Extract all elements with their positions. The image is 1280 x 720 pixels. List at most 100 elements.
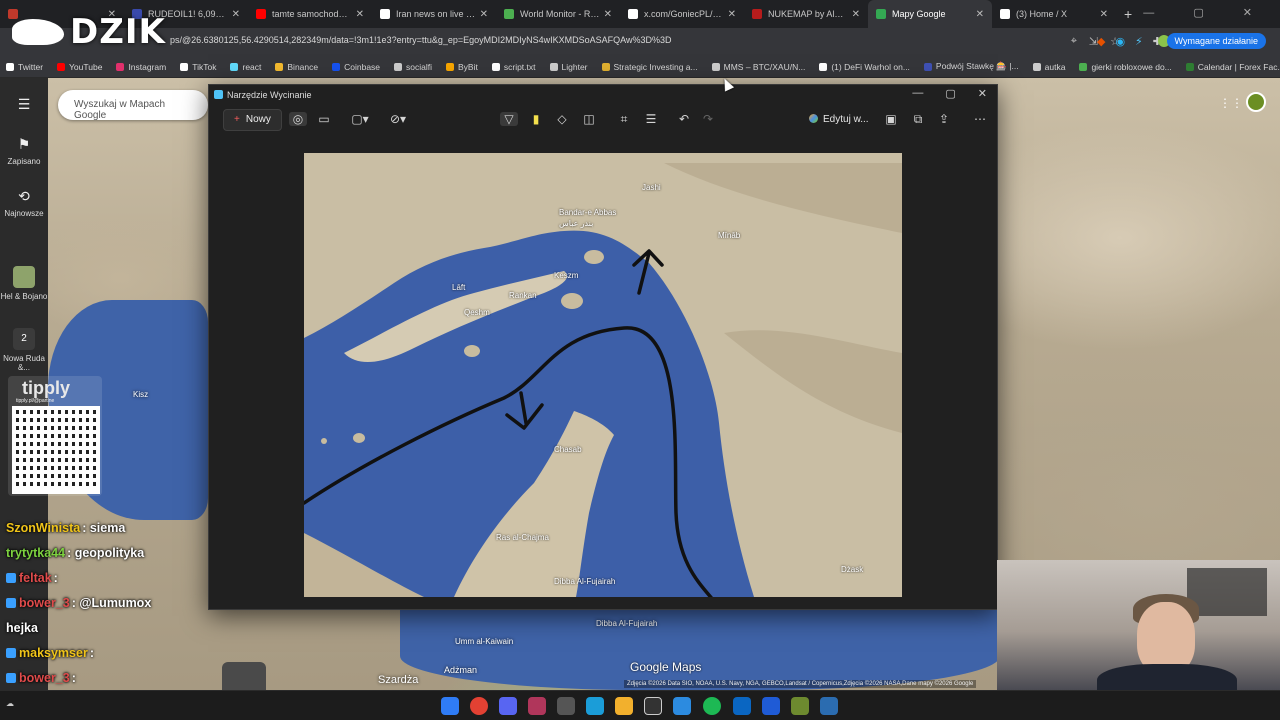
start-icon[interactable] <box>441 697 459 715</box>
bookmark-item[interactable]: YouTube <box>57 62 102 72</box>
tab-close-icon[interactable]: ✕ <box>604 9 612 20</box>
crop-icon[interactable]: ⌗ <box>615 112 633 127</box>
highlighter-icon[interactable]: ▮ <box>527 112 545 126</box>
bookmark-item[interactable]: Strategic Investing a... <box>601 62 698 72</box>
folder-icon[interactable] <box>615 697 633 715</box>
bookmark-item[interactable]: Instagram <box>116 62 166 72</box>
steam-icon[interactable] <box>586 697 604 715</box>
action-required-button[interactable]: Wymagane działanie <box>1166 33 1266 49</box>
url-field[interactable]: ps/@26.6380125,56.4290514,282349m/data=!… <box>170 35 672 45</box>
tab-title: World Monitor - Real <box>520 9 600 19</box>
camera-icon[interactable]: ◎ <box>289 112 307 126</box>
extension-icon-2[interactable]: ◉ <box>1115 35 1125 48</box>
text-actions-icon[interactable]: ☰ <box>642 112 660 126</box>
snip-taskbar-icon[interactable] <box>528 697 546 715</box>
bookmark-item[interactable]: autka <box>1032 62 1065 72</box>
bookmark-item[interactable]: gierki robloxowe do... <box>1079 62 1172 72</box>
bookmark-item[interactable]: MMS – BTC/XAU/N... <box>711 62 805 72</box>
window-controls[interactable]: — ▢ ✕ <box>1143 6 1270 19</box>
menu-icon[interactable]: ☰ <box>0 96 48 117</box>
app-icon-3[interactable] <box>733 697 751 715</box>
sidebar-item-hel[interactable]: Hel & Bojano <box>0 266 48 301</box>
chat-nick[interactable]: trytytka44 <box>6 546 65 560</box>
chrome-icon[interactable] <box>470 697 488 715</box>
bookmark-item[interactable]: react <box>230 62 261 72</box>
sidebar-item-saved[interactable]: ⚑ Zapisano <box>0 136 48 166</box>
obs-icon[interactable] <box>557 697 575 715</box>
bookmark-favicon-icon <box>549 62 558 71</box>
tab-close-icon[interactable]: ✕ <box>976 9 984 20</box>
tab-close-icon[interactable]: ✕ <box>480 9 488 20</box>
tab-title: x.com/GoniecPL/stat <box>644 9 724 19</box>
bookmark-item[interactable]: Calendar | Forex Fac... <box>1185 62 1280 72</box>
new-tab-button[interactable]: + <box>1124 6 1132 22</box>
bookmark-favicon-icon <box>446 62 455 71</box>
app-icon-4[interactable] <box>762 697 780 715</box>
user-avatar[interactable] <box>1246 92 1266 112</box>
app-icon-1[interactable] <box>644 697 662 715</box>
weather-widget[interactable]: ☁ <box>6 699 14 708</box>
tab-close-icon[interactable]: ✕ <box>1100 9 1108 20</box>
browser-tab[interactable]: (3) Home / X ✕ <box>992 0 1116 28</box>
maps-search-input[interactable]: Wyszukaj w Mapach Google <box>58 90 208 121</box>
eraser-icon[interactable]: ◇ <box>553 112 571 126</box>
bookmark-item[interactable]: Twitter <box>6 62 43 72</box>
chat-nick[interactable]: SzonWinista <box>6 521 80 535</box>
bookmark-item[interactable]: script.txt <box>491 62 536 72</box>
timer-icon[interactable]: ⊘▾ <box>389 112 407 126</box>
browser-tab[interactable]: NUKEMAP by Alex W ✕ <box>744 0 868 28</box>
bookmark-item[interactable]: Podwój Stawkę 🎰 |... <box>923 61 1019 72</box>
bookmark-item[interactable]: socialfi <box>394 62 432 72</box>
tab-close-icon[interactable]: ✕ <box>852 9 860 20</box>
maximize-button[interactable]: ▢ <box>945 87 955 100</box>
bookmark-item[interactable]: (1) DeFi Warhol on... <box>819 62 910 72</box>
bookmark-item[interactable]: ByBit <box>446 62 478 72</box>
shapes-icon[interactable]: ◫ <box>580 112 598 126</box>
bookmark-item[interactable]: Lighter <box>549 62 588 72</box>
new-snip-button[interactable]: + Nowy <box>223 109 282 131</box>
chat-nick[interactable]: bower_3 <box>19 596 70 610</box>
chat-nick[interactable]: maksymser <box>19 646 88 660</box>
browser-tab[interactable]: World Monitor - Real ✕ <box>496 0 620 28</box>
browser-tab[interactable]: tamte samochody te ✕ <box>248 0 372 28</box>
snip-image[interactable]: Bandar-e Abbas بندر عباس Keszm Rankan Lā… <box>304 153 902 597</box>
chat-message: bower_3: @Lumumox <box>6 596 151 610</box>
chat-message: bower_3: <box>6 671 76 685</box>
bookmark-item[interactable]: Binance <box>275 62 318 72</box>
bookmark-item[interactable]: TikTok <box>180 62 216 72</box>
edit-with-button[interactable]: Edytuj w... <box>809 114 869 125</box>
close-button[interactable]: ✕ <box>978 87 987 100</box>
tab-close-icon[interactable]: ✕ <box>356 9 364 20</box>
redo-icon[interactable]: ↷ <box>699 112 717 126</box>
undo-icon[interactable]: ↶ <box>675 112 693 126</box>
app-icon-5[interactable] <box>791 697 809 715</box>
snip-mode-icon[interactable]: ▢▾ <box>351 112 369 126</box>
extension-icon-1[interactable]: ◆ <box>1097 35 1105 48</box>
spotify-icon[interactable] <box>703 697 721 715</box>
copy-icon[interactable]: ⧉ <box>909 112 927 127</box>
video-icon[interactable]: ▭ <box>315 112 333 126</box>
bookmark-item[interactable]: Coinbase <box>332 62 380 72</box>
browser-tab[interactable]: Mapy Google ✕ <box>868 0 992 28</box>
browser-tab[interactable]: x.com/GoniecPL/stat ✕ <box>620 0 744 28</box>
snipping-tool-window[interactable]: Narzędzie Wycinanie — ▢ ✕ + Nowy ◎ ▭ ▢▾ ⊘… <box>208 84 998 610</box>
tab-favicon-icon <box>504 9 514 19</box>
minimize-button[interactable]: — <box>912 87 923 100</box>
browser-tab[interactable]: Iran news on live map ✕ <box>372 0 496 28</box>
chat-nick[interactable]: bower_3 <box>19 671 70 685</box>
sidebar-item-nowa-ruda[interactable]: 2 Nowa Ruda &... <box>0 328 48 372</box>
share-icon[interactable]: ⇪ <box>935 112 953 126</box>
extension-icon-3[interactable]: ⚡ <box>1135 35 1143 48</box>
tab-close-icon[interactable]: ✕ <box>728 9 736 20</box>
strait-of-hormuz-map <box>304 153 902 597</box>
app-icon-2[interactable] <box>673 697 691 715</box>
app-icon-6[interactable] <box>820 697 838 715</box>
discord-icon[interactable] <box>499 697 517 715</box>
tab-close-icon[interactable]: ✕ <box>232 9 240 20</box>
sidebar-item-recent[interactable]: ⟲ Najnowsze <box>0 188 48 218</box>
more-icon[interactable]: ⋯ <box>971 112 989 126</box>
pen-icon[interactable]: ▽ <box>500 112 518 126</box>
save-icon[interactable]: ▣ <box>882 112 900 126</box>
chat-nick[interactable]: feltak <box>19 571 52 585</box>
location-icon[interactable]: ⌖ <box>1071 35 1077 48</box>
